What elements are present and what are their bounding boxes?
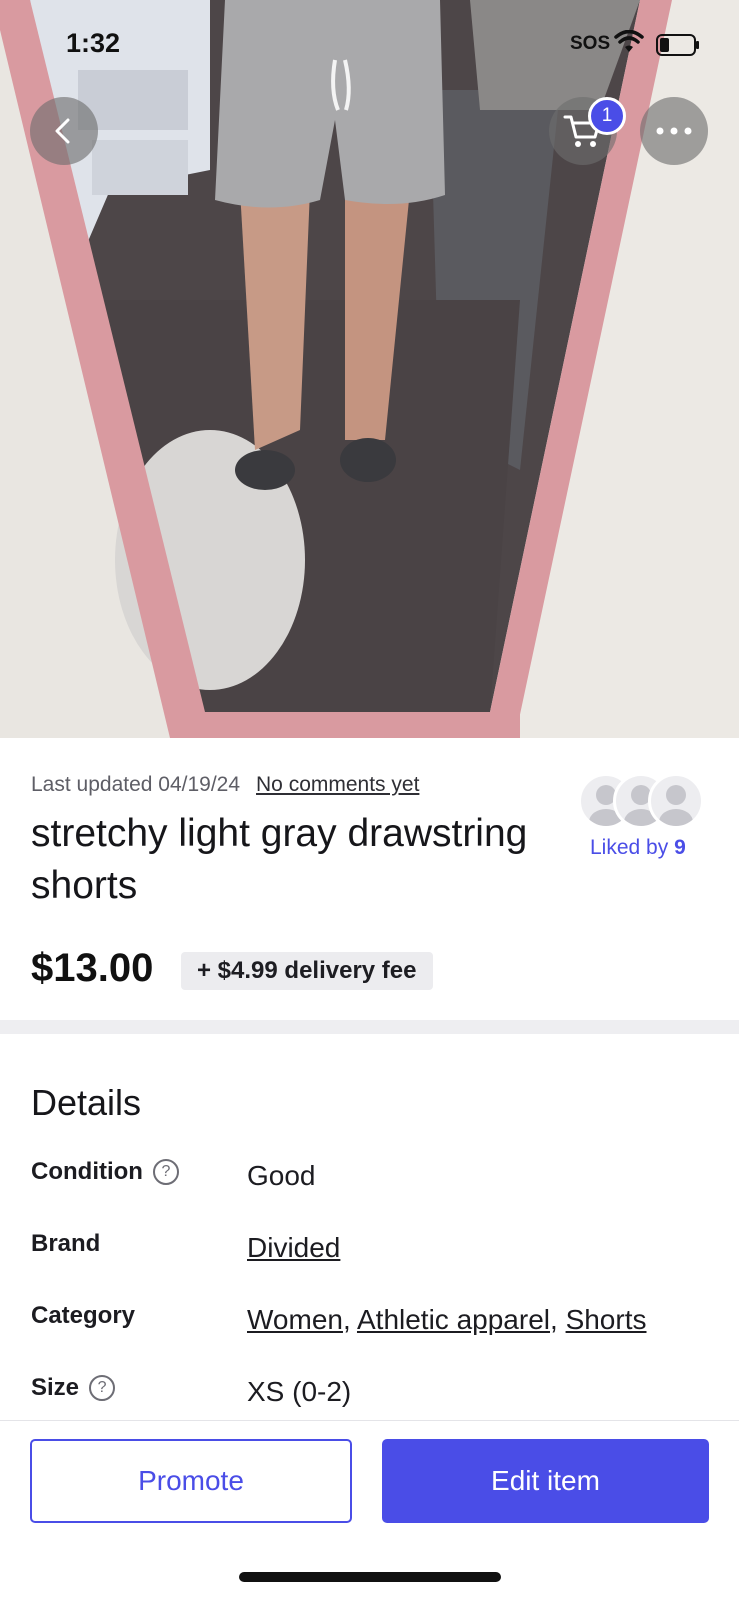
category-separator: ,	[550, 1304, 558, 1335]
liked-by-link[interactable]: Liked by 9	[590, 836, 686, 860]
listing-meta: Last updated 04/19/24 No comments yet	[31, 773, 419, 797]
listing-title: stretchy light gray drawstring shorts	[31, 812, 528, 907]
back-arrow-icon	[55, 118, 70, 144]
size-label-group: Size ?	[31, 1374, 116, 1402]
liked-by-label: Liked by	[590, 836, 669, 859]
liked-count: 9	[674, 836, 686, 859]
more-options-button[interactable]	[640, 97, 708, 165]
cart-count-badge: 1	[588, 97, 626, 135]
comments-link[interactable]: No comments yet	[256, 773, 419, 797]
delivery-fee-badge: + $4.99 delivery fee	[181, 952, 433, 990]
promote-button[interactable]: Promote	[30, 1439, 352, 1523]
category-link-athletic-apparel[interactable]: Athletic apparel	[357, 1304, 550, 1335]
liker-avatars[interactable]	[578, 773, 708, 829]
status-bar: 1:32 SOS	[0, 0, 739, 90]
status-time: 1:32	[66, 28, 121, 58]
category-separator: ,	[342, 1304, 351, 1335]
brand-link[interactable]: Divided	[247, 1232, 340, 1263]
brand-value: Divided	[247, 1232, 340, 1264]
edit-item-button[interactable]: Edit item	[382, 1439, 709, 1523]
category-label: Category	[31, 1302, 136, 1329]
size-help-icon[interactable]: ?	[89, 1375, 116, 1401]
status-sos: SOS	[570, 33, 611, 54]
pager-dot-active[interactable]	[346, 686, 739, 702]
condition-label-group: Condition ?	[31, 1158, 179, 1186]
section-divider	[0, 1020, 739, 1034]
category-link-shorts[interactable]: Shorts	[566, 1304, 647, 1335]
details-heading: Details	[31, 1082, 142, 1123]
detail-row-brand: Brand Divided	[31, 1230, 731, 1270]
more-dots-icon	[656, 127, 692, 135]
condition-value: Good	[247, 1160, 316, 1191]
avatar	[648, 773, 704, 829]
photo-pager[interactable]	[346, 686, 739, 702]
condition-label: Condition	[31, 1158, 143, 1185]
size-label: Size	[31, 1374, 80, 1401]
brand-label: Brand	[31, 1230, 101, 1257]
size-value: XS (0-2)	[247, 1376, 352, 1407]
detail-row-size: Size ? XS (0-2)	[31, 1374, 731, 1414]
battery-icon	[656, 34, 700, 61]
category-link-women[interactable]: Women	[247, 1304, 343, 1335]
detail-row-condition: Condition ? Good	[31, 1158, 731, 1198]
category-value: Women, Athletic apparel, Shorts	[247, 1304, 647, 1336]
detail-row-category: Category Women, Athletic apparel, Shorts	[31, 1302, 731, 1342]
listing-photo[interactable]: 1:32 SOS 1	[0, 0, 739, 738]
condition-help-icon[interactable]: ?	[152, 1159, 179, 1185]
home-indicator[interactable]	[239, 1572, 501, 1582]
photo-image	[0, 0, 739, 738]
wifi-icon	[614, 29, 644, 59]
back-button[interactable]	[30, 97, 98, 165]
listing-price: $13.00	[31, 946, 154, 990]
last-updated: Last updated 04/19/24	[31, 773, 241, 796]
